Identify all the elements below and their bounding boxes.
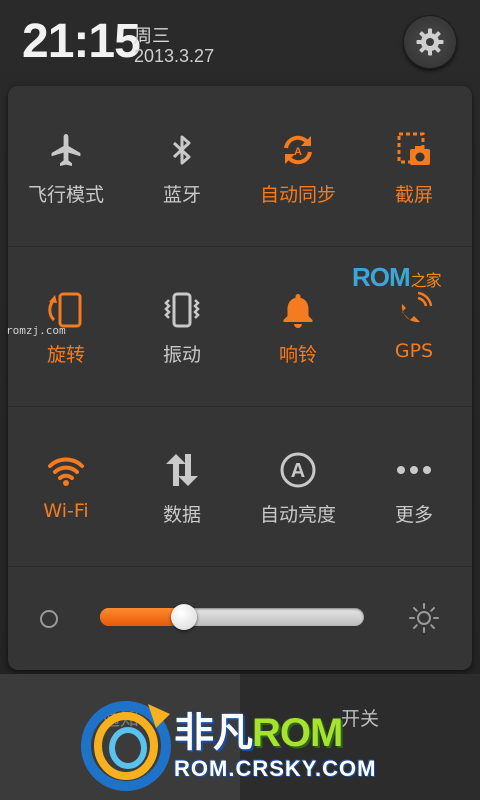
brand-text: 非凡ROM — [174, 711, 343, 755]
toggle-screenshot[interactable]: 截屏 — [356, 86, 472, 246]
auto-brightness-icon: A — [280, 452, 316, 488]
settings-button[interactable] — [403, 15, 457, 69]
toggle-label: 蓝牙 — [162, 184, 201, 206]
toggle-vibrate[interactable]: 振动 — [124, 246, 240, 406]
brightness-control — [8, 566, 472, 670]
toggle-wifi[interactable]: Wi-Fi — [8, 406, 124, 566]
brightness-high-icon — [409, 603, 439, 633]
toggle-label: 飞行模式 — [27, 184, 104, 206]
toggle-airplane-mode[interactable]: 飞行模式 — [8, 86, 124, 246]
vibrate-icon — [164, 292, 200, 328]
airplane-icon — [51, 134, 81, 166]
clock-time: 21:15 — [22, 15, 141, 68]
crsky-logo-watermark: 非凡ROM ROM.CRSKY.COM — [78, 694, 438, 794]
toggle-label: 旋转 — [46, 344, 85, 366]
brightness-slider[interactable] — [100, 604, 364, 630]
toggle-label: 振动 — [162, 344, 201, 366]
rom-home-watermark: ROM之家 — [352, 262, 442, 292]
toggle-label: 自动同步 — [259, 184, 336, 206]
bell-icon — [283, 294, 313, 328]
toggle-label: GPS — [394, 340, 434, 362]
brand-url: ROM.CRSKY.COM — [174, 756, 377, 781]
data-icon — [166, 454, 198, 486]
svg-text:A: A — [294, 146, 302, 158]
gear-icon — [416, 28, 444, 56]
toggle-label: Wi-Fi — [43, 500, 89, 522]
date-label: 2013.3.27 — [134, 46, 215, 66]
toggle-auto-brightness[interactable]: A 自动亮度 — [240, 406, 356, 566]
screenshot-icon — [397, 132, 430, 165]
wifi-icon — [48, 457, 84, 486]
brightness-low-icon — [40, 610, 58, 628]
toggle-row-1: 飞行模式 蓝牙 A 自动同步 截屏 — [8, 86, 472, 247]
toggle-bluetooth[interactable]: 蓝牙 — [124, 86, 240, 246]
svg-text:A: A — [291, 460, 305, 482]
notification-shade: 21:15 周三 2013.3.27 飞行模式 蓝牙 A 自动同步 截屏 旋转 … — [0, 0, 480, 800]
toggle-mobile-data[interactable]: 数据 — [124, 406, 240, 566]
brightness-slider-thumb[interactable] — [171, 604, 197, 630]
swirl-logo-icon — [81, 701, 171, 791]
toggle-label: 自动亮度 — [259, 504, 336, 526]
bluetooth-icon — [172, 135, 191, 165]
sync-icon: A — [284, 135, 312, 165]
toggle-more[interactable]: 更多 — [356, 406, 472, 566]
toggle-label: 响铃 — [278, 344, 317, 366]
gps-icon — [401, 291, 433, 323]
toggle-auto-sync[interactable]: A 自动同步 — [240, 86, 356, 246]
toggle-row-3: Wi-Fi 数据 A 自动亮度 更多 — [8, 406, 472, 567]
quick-settings-panel: 飞行模式 蓝牙 A 自动同步 截屏 旋转 振动 响铃 GPS Wi-Fi 数据 … — [8, 86, 472, 670]
romzj-watermark: romzj.com — [6, 324, 66, 337]
status-header: 21:15 周三 2013.3.27 — [0, 0, 480, 84]
weekday-label: 周三 — [134, 26, 170, 47]
toggle-label: 更多 — [394, 504, 433, 526]
toggle-ringer[interactable]: 响铃 — [240, 246, 356, 406]
toggle-label: 数据 — [162, 504, 201, 526]
more-icon — [397, 466, 431, 474]
toggle-label: 截屏 — [394, 184, 433, 206]
